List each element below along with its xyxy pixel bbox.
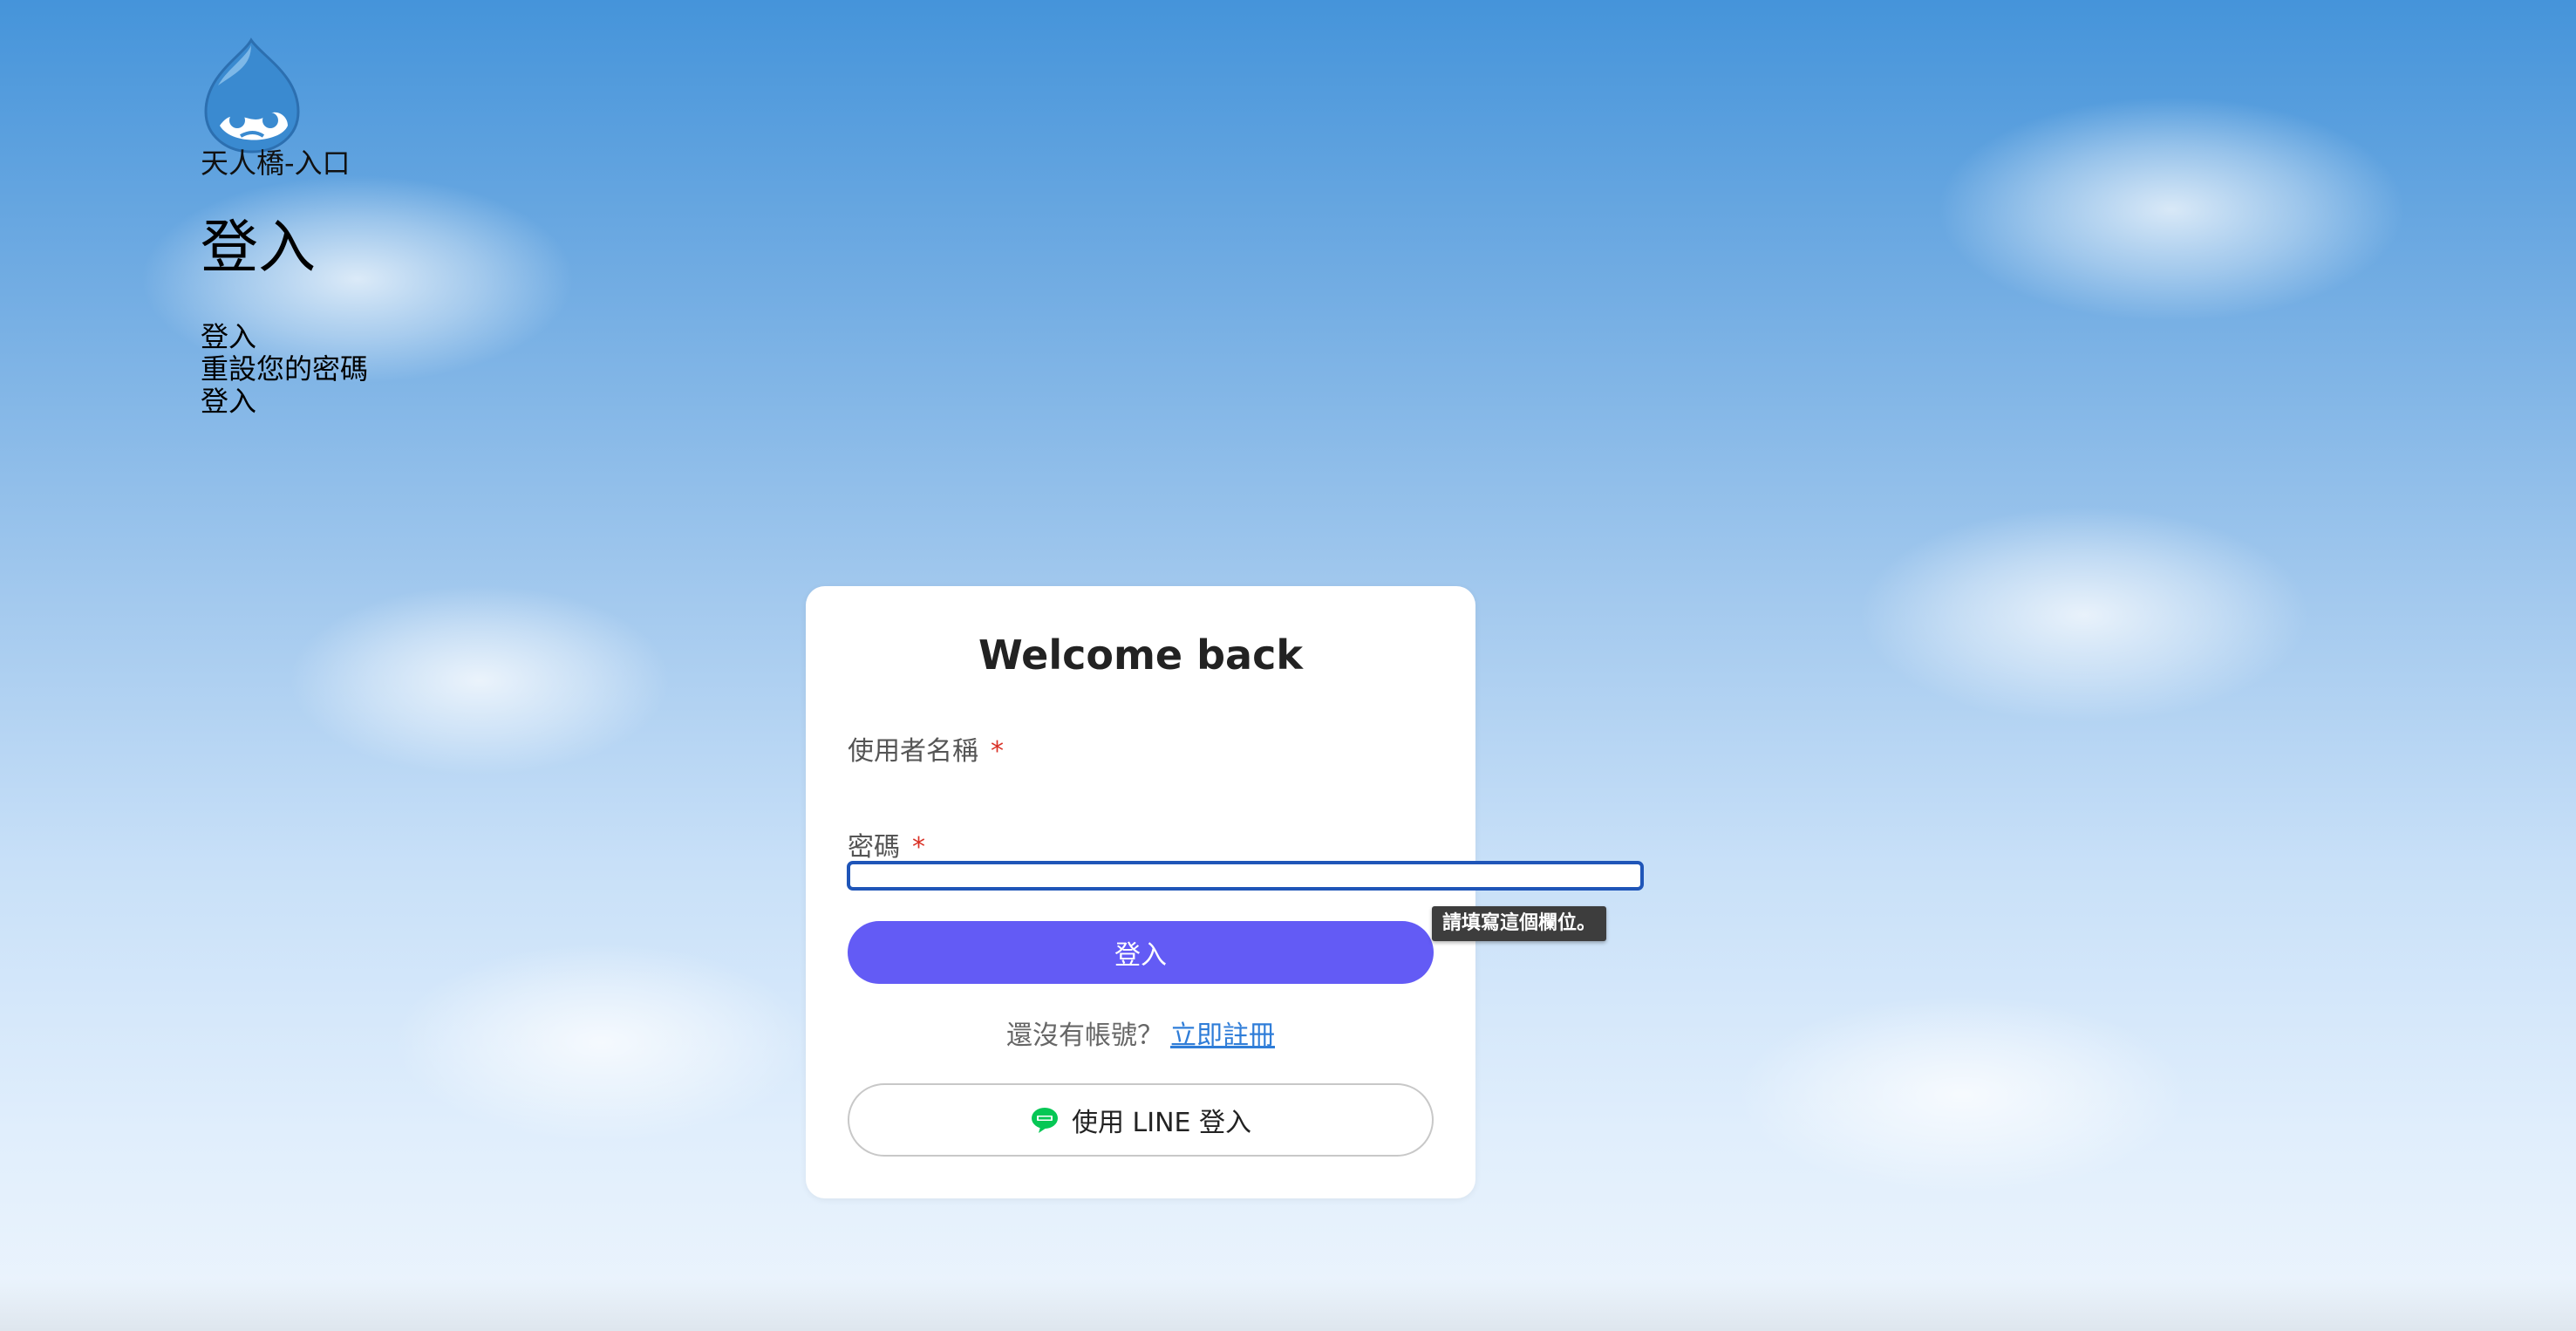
background-cloud	[1857, 506, 2311, 724]
drupal-drop-logo-icon	[204, 38, 300, 154]
password-input[interactable]	[847, 861, 1644, 891]
local-tasks-nav: 登入 重設您的密碼 登入	[201, 321, 368, 418]
line-login-label: 使用 LINE 登入	[1071, 1108, 1252, 1138]
site-logo-link[interactable]	[201, 35, 351, 154]
password-label: 密碼 *	[848, 825, 925, 863]
background-cloud	[1936, 96, 2407, 323]
background-cloud	[392, 942, 811, 1143]
required-marker: *	[991, 736, 1004, 767]
login-submit-button[interactable]: 登入	[848, 921, 1434, 984]
card-title: Welcome back	[978, 631, 1303, 679]
site-branding: 天人橋-入口	[201, 35, 351, 179]
local-task-reset-password[interactable]: 重設您的密碼	[201, 353, 368, 386]
bottom-haze	[0, 1279, 2576, 1331]
register-prompt-text: 還沒有帳號？	[1006, 1020, 1163, 1051]
validation-tooltip: 請填寫這個欄位。	[1432, 906, 1607, 941]
username-label-text: 使用者名稱	[848, 736, 978, 767]
local-task-login-2[interactable]: 登入	[201, 386, 368, 418]
username-label: 使用者名稱 *	[848, 729, 1004, 768]
background-cloud	[1735, 994, 2189, 1195]
register-link[interactable]: 立即註冊	[1170, 1020, 1275, 1051]
required-marker: *	[912, 832, 925, 863]
line-login-button[interactable]: 使用 LINE 登入	[848, 1083, 1434, 1157]
background-cloud	[288, 584, 671, 776]
username-input[interactable]	[848, 776, 1434, 809]
password-label-text: 密碼	[848, 832, 900, 863]
register-prompt: 還沒有帳號？ 立即註冊	[806, 1014, 1475, 1052]
page-title: 登入	[201, 214, 316, 281]
local-task-login[interactable]: 登入	[201, 321, 368, 353]
line-chat-icon	[1031, 1108, 1058, 1133]
login-card: Welcome back 使用者名稱 * 密碼 * 登入 還沒有帳號？ 立即註冊 使用…	[806, 586, 1644, 1198]
site-name[interactable]: 天人橋-入口	[201, 147, 351, 179]
